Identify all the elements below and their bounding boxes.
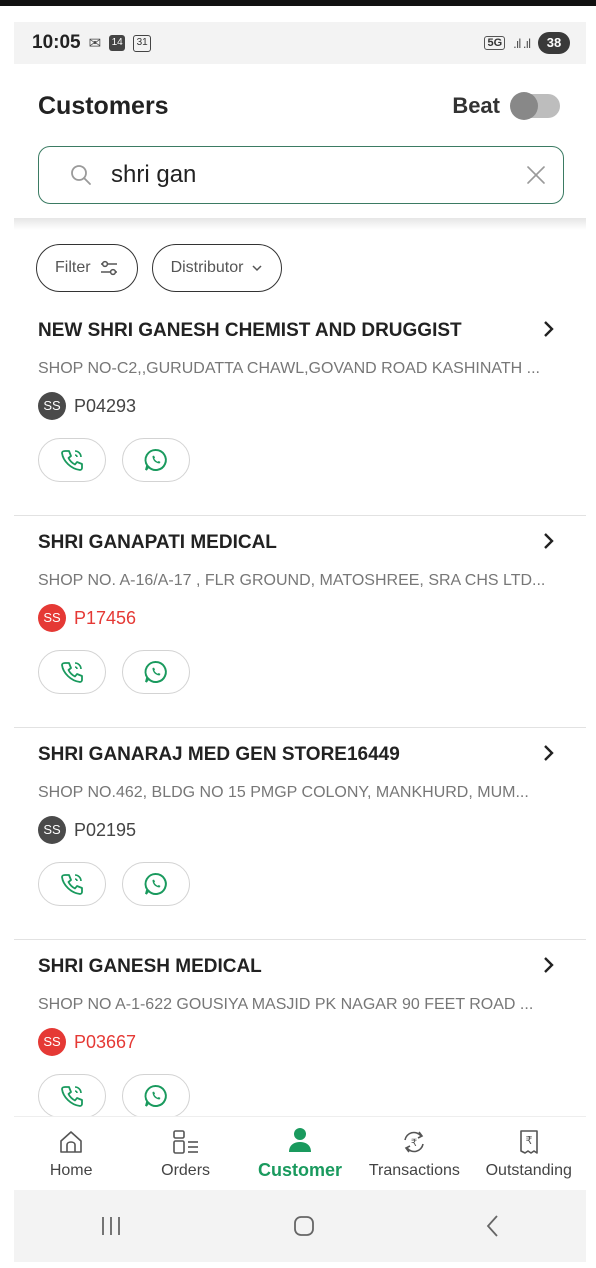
clear-icon[interactable] (525, 164, 547, 186)
customer-address: SHOP NO A-1-622 GOUSIYA MASJID PK NAGAR … (38, 996, 534, 1013)
chevron-right-icon[interactable] (542, 954, 556, 976)
customer-code-row: SS P03667 (38, 1028, 136, 1056)
filter-bar: Filter Distributor (36, 244, 283, 292)
distributor-dropdown[interactable]: Distributor (151, 244, 283, 292)
customer-name: SHRI GANAPATI MEDICAL (38, 532, 277, 553)
search-box (38, 146, 564, 204)
customer-card[interactable]: SHRI GANAPATI MEDICAL SHOP NO. A-16/A-17… (14, 516, 586, 728)
phone-icon (61, 450, 83, 471)
whatsapp-icon (144, 873, 167, 895)
orders-icon (172, 1129, 198, 1154)
notification-badge: 14 (109, 35, 126, 51)
transactions-icon: ₹ (404, 1131, 425, 1152)
avatar: SS (38, 1028, 66, 1056)
network-type: 5G (484, 36, 506, 50)
beat-toggle[interactable] (510, 92, 560, 120)
toggle-knob (510, 92, 538, 120)
home-button-icon[interactable] (292, 1214, 316, 1238)
customer-icon (288, 1128, 311, 1152)
signal-icon: .ıl .ıl (513, 35, 531, 51)
beat-label: Beat (452, 93, 500, 118)
whatsapp-icon (144, 449, 167, 471)
whatsapp-icon (144, 661, 167, 683)
nav-label: Home (49, 1161, 93, 1179)
chevron-right-icon[interactable] (542, 530, 556, 552)
chevron-right-icon[interactable] (542, 742, 556, 764)
customer-name: SHRI GANESH MEDICAL (38, 956, 262, 977)
customer-card[interactable]: SHRI GANARAJ MED GEN STORE16449 SHOP NO.… (14, 728, 586, 940)
nav-label: Customer (257, 1160, 342, 1180)
customer-code: P17456 (74, 607, 137, 628)
call-button[interactable] (38, 862, 106, 906)
filter-label: Filter (55, 259, 91, 276)
filter-button[interactable]: Filter (36, 244, 138, 292)
whatsapp-button[interactable] (122, 862, 190, 906)
system-nav-bar (14, 1190, 586, 1262)
call-button[interactable] (38, 650, 106, 694)
customer-actions (38, 1074, 190, 1118)
nav-home[interactable]: Home (16, 1128, 126, 1180)
customer-card[interactable]: NEW SHRI GANESH CHEMIST AND DRUGGIST SHO… (14, 304, 586, 516)
customer-address: SHOP NO.462, BLDG NO 15 PMGP COLONY, MAN… (38, 784, 529, 801)
bottom-nav: Home Orders Customer ₹ Transactions ₹ Ou… (14, 1116, 586, 1190)
customer-name: NEW SHRI GANESH CHEMIST AND DRUGGIST (38, 320, 462, 341)
search-icon (71, 165, 91, 185)
status-time: 10:05 (32, 32, 81, 53)
gmail-icon: ✉ (88, 35, 102, 52)
customer-code: P04293 (74, 395, 137, 416)
whatsapp-button[interactable] (122, 1074, 190, 1118)
customer-code: P03667 (74, 1031, 137, 1052)
battery-indicator: 38 (538, 32, 570, 54)
whatsapp-button[interactable] (122, 650, 190, 694)
home-icon (60, 1130, 82, 1153)
sliders-icon (100, 260, 117, 276)
calendar-icon: 31 (133, 34, 152, 52)
phone-screen: 10:05 ✉ 14 31 5G .ıl .ıl 38 Customers Be… (14, 22, 586, 1262)
whatsapp-icon (144, 1085, 167, 1107)
beat-control: Beat (452, 92, 560, 120)
status-bar: 10:05 ✉ 14 31 5G .ıl .ıl 38 (14, 22, 586, 64)
customer-code-row: SS P04293 (38, 392, 136, 420)
customer-actions (38, 862, 190, 906)
nav-orders[interactable]: Orders (131, 1128, 241, 1180)
header-shadow (14, 218, 586, 230)
nav-label: Outstanding (485, 1161, 572, 1179)
customer-code-row: SS P17456 (38, 604, 136, 632)
header: Customers Beat (38, 86, 560, 126)
customer-code-row: SS P02195 (38, 816, 136, 844)
outstanding-icon: ₹ (519, 1129, 538, 1154)
svg-text:₹: ₹ (525, 1134, 532, 1147)
phone-icon (61, 1086, 83, 1107)
nav-customer[interactable]: Customer (245, 1126, 355, 1181)
customer-actions (38, 438, 190, 482)
chevron-right-icon[interactable] (542, 318, 556, 340)
top-border (0, 0, 596, 6)
phone-icon (61, 662, 83, 683)
phone-icon (61, 874, 83, 895)
avatar: SS (38, 392, 66, 420)
customer-code: P02195 (74, 819, 137, 840)
page-title: Customers (38, 91, 169, 120)
customer-address: SHOP NO-C2,,GURUDATTA CHAWL,GOVAND ROAD … (38, 360, 540, 377)
back-icon[interactable] (485, 1214, 501, 1238)
whatsapp-button[interactable] (122, 438, 190, 482)
distributor-label: Distributor (170, 259, 244, 276)
search-input[interactable] (111, 161, 525, 189)
call-button[interactable] (38, 438, 106, 482)
customer-name: SHRI GANARAJ MED GEN STORE16449 (38, 744, 400, 765)
customer-list: NEW SHRI GANESH CHEMIST AND DRUGGIST SHO… (14, 304, 586, 1152)
nav-outstanding[interactable]: ₹ Outstanding (474, 1128, 584, 1180)
customer-address: SHOP NO. A-16/A-17 , FLR GROUND, MATOSHR… (38, 572, 546, 589)
chevron-down-icon (252, 265, 262, 272)
avatar: SS (38, 604, 66, 632)
nav-label: Transactions (368, 1161, 460, 1179)
call-button[interactable] (38, 1074, 106, 1118)
nav-transactions[interactable]: ₹ Transactions (359, 1128, 469, 1180)
recents-icon[interactable] (99, 1215, 123, 1237)
svg-text:₹: ₹ (411, 1138, 417, 1149)
nav-label: Orders (161, 1161, 211, 1179)
customer-actions (38, 650, 190, 694)
avatar: SS (38, 816, 66, 844)
